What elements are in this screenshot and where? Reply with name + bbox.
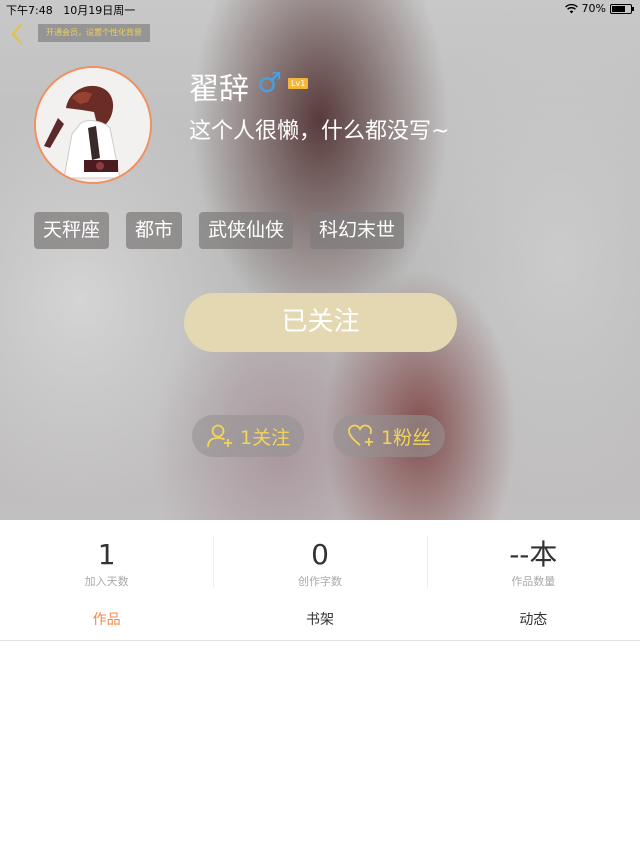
interest-tags: 天秤座 都市 武侠仙侠 科幻末世 xyxy=(34,212,405,249)
tab-bookshelf[interactable]: 书架 xyxy=(213,604,426,640)
tag-item: 科幻末世 xyxy=(310,212,405,249)
following-count-button[interactable]: 1关注 xyxy=(192,415,305,457)
battery-icon xyxy=(610,3,634,14)
tab-activity[interactable]: 动态 xyxy=(427,604,640,640)
vip-background-banner[interactable]: 开通会员，设置个性化背景 xyxy=(38,24,150,42)
level-badge: Lv1 xyxy=(288,78,309,89)
fans-count-label: 1粉丝 xyxy=(381,426,432,449)
tag-item: 武侠仙侠 xyxy=(199,212,294,249)
stats-bar: 1 加入天数 0 创作字数 --本 作品数量 xyxy=(0,520,640,600)
status-right: 70% xyxy=(564,2,634,15)
content-tabs: 作品 书架 动态 xyxy=(0,604,640,641)
user-name: 翟辞 xyxy=(189,72,249,107)
stat-value: 0 xyxy=(311,538,329,571)
fans-count-button[interactable]: 1粉丝 xyxy=(333,415,446,457)
chevron-left-icon xyxy=(11,23,23,45)
stat-value: --本 xyxy=(509,538,558,571)
stat-value: 1 xyxy=(97,538,116,571)
stat-word-count: 0 创作字数 xyxy=(213,520,426,600)
wifi-icon xyxy=(564,3,578,13)
tag-item: 天秤座 xyxy=(34,212,110,249)
status-date: 10月19日周一 xyxy=(63,4,136,17)
tab-works[interactable]: 作品 xyxy=(0,604,213,640)
user-bio: 这个人很懒，什么都没写~ xyxy=(189,119,450,144)
back-button[interactable] xyxy=(6,20,28,48)
following-count-label: 1关注 xyxy=(240,426,291,449)
tag-item: 都市 xyxy=(126,212,183,249)
follow-button[interactable]: 已关注 xyxy=(184,293,457,352)
stat-join-days: 1 加入天数 xyxy=(0,520,213,600)
heart-plus-icon xyxy=(348,424,373,446)
status-time: 下午7:48 xyxy=(6,4,53,17)
stat-label: 作品数量 xyxy=(511,575,556,588)
profile-header-background: 下午7:48 10月19日周一 70% 开通会员，设置个性化背景 翟辞 ♂ Lv… xyxy=(0,0,640,520)
add-user-icon xyxy=(207,424,232,448)
stat-label: 加入天数 xyxy=(84,575,129,588)
battery-percent: 70% xyxy=(581,2,606,15)
male-gender-icon: ♂ xyxy=(257,66,283,99)
status-bar: 下午7:48 10月19日周一 70% xyxy=(0,0,640,18)
stat-works-count: --本 作品数量 xyxy=(426,520,640,600)
status-time-date: 下午7:48 10月19日周一 xyxy=(6,2,135,18)
stat-label: 创作字数 xyxy=(297,575,342,588)
avatar-image xyxy=(36,68,150,182)
avatar[interactable] xyxy=(34,66,152,184)
